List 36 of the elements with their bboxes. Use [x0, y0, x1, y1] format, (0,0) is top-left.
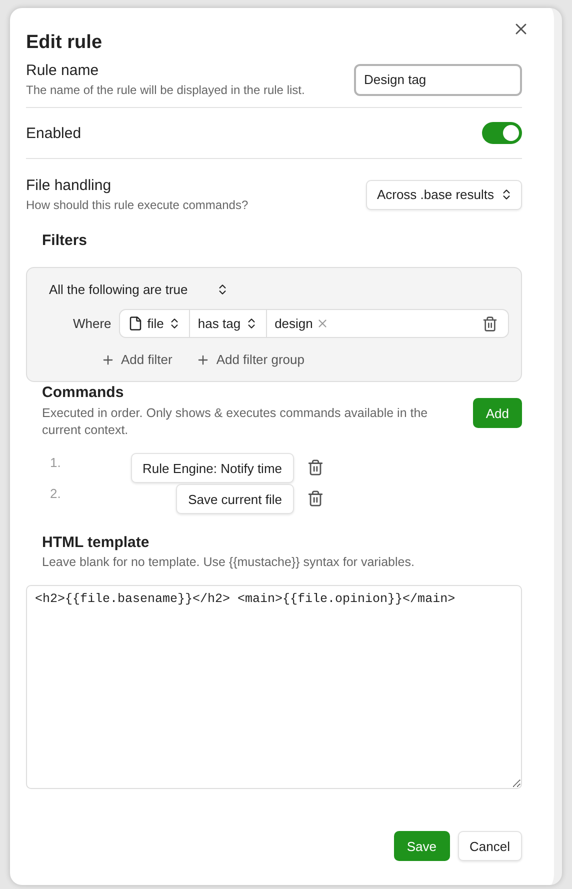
- cancel-button[interactable]: Cancel: [458, 831, 522, 861]
- trash-icon[interactable]: [482, 316, 498, 332]
- list-number: 2.: [50, 485, 62, 501]
- where-label: Where: [73, 316, 112, 331]
- file-icon: [128, 316, 144, 331]
- section-description: Leave blank for no template. Use {{mustache}} syntax for variables.: [42, 555, 416, 569]
- plus-icon: [101, 352, 115, 366]
- section-title: Filters: [42, 232, 88, 249]
- enabled-toggle[interactable]: [482, 122, 522, 144]
- add-filter-link[interactable]: Add filter: [101, 352, 172, 367]
- section-title: Commands: [42, 384, 125, 401]
- save-button[interactable]: Save: [394, 831, 450, 861]
- trash-icon[interactable]: [307, 459, 324, 476]
- list-number: 1.: [50, 454, 62, 470]
- remove-icon[interactable]: [316, 317, 329, 330]
- plus-icon: [196, 352, 210, 366]
- property-select[interactable]: file: [120, 310, 190, 337]
- trash-icon[interactable]: [307, 490, 324, 507]
- file-handling-select[interactable]: Across .base results: [366, 180, 522, 210]
- setting-description: The name of the rule will be displayed in the rule list.: [26, 83, 305, 97]
- setting-label: Rule name: [26, 62, 100, 79]
- rule-name-field[interactable]: Design tag: [354, 64, 522, 96]
- section-title: HTML template: [42, 534, 150, 551]
- group-mode-select[interactable]: All the following are true: [49, 282, 229, 297]
- dialog-title: Edit rule: [26, 32, 104, 54]
- setting-label: Enabled: [26, 124, 82, 142]
- section-description: Executed in order. Only shows & executes commands available in the current context.: [42, 405, 429, 439]
- command-button[interactable]: Rule Engine: Notify time: [130, 453, 294, 483]
- add-button[interactable]: Add: [472, 398, 522, 428]
- setting-description: How should this rule execute commands?: [26, 198, 248, 212]
- setting-label: File handling: [26, 177, 112, 194]
- add-filter-group-link[interactable]: Add filter group: [196, 352, 304, 367]
- command-button[interactable]: Save current file: [176, 484, 294, 514]
- tag-value: design: [274, 316, 313, 331]
- template-field[interactable]: <h2>{{file.basename}}</h2> <main>{{file.opinion}}</main>: [26, 585, 522, 789]
- operator-select[interactable]: has tag: [190, 310, 267, 337]
